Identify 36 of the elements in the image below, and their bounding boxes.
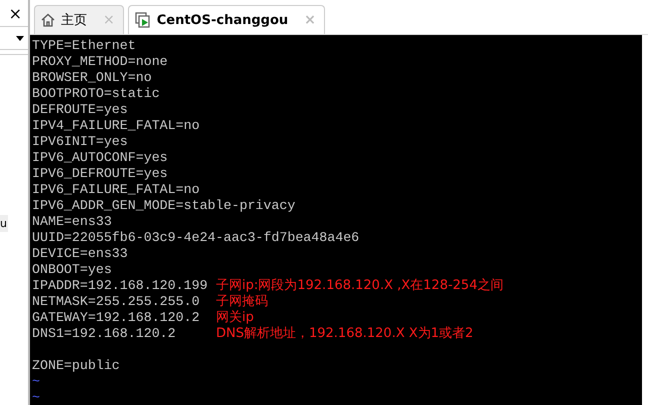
tab-label: 主页 bbox=[61, 12, 87, 29]
config-line: IPV6INIT=yes bbox=[32, 134, 129, 148]
config-line: PROXY_METHOD=none bbox=[32, 54, 169, 68]
caret-icon bbox=[16, 36, 24, 40]
config-line: BROWSER_ONLY=no bbox=[32, 70, 153, 84]
config-line: IPADDR=192.168.120.199 bbox=[32, 278, 209, 292]
config-line: DNS1=192.168.120.2 bbox=[32, 326, 177, 340]
config-line: IPV6_DEFROUTE=yes bbox=[32, 166, 169, 180]
tab[interactable]: 主页 × bbox=[34, 5, 124, 34]
close-button[interactable]: × bbox=[0, 0, 28, 26]
dropdown[interactable] bbox=[0, 26, 28, 50]
annotation: DNS解析地址，192.168.120.X X为1或者2 bbox=[216, 325, 474, 342]
config-line: ZONE=public bbox=[32, 358, 121, 372]
config-line: TYPE=Ethernet bbox=[32, 38, 137, 52]
config-line: UUID=22055fb6-03c9-4e24-aac3-fd7bea48a4e6 bbox=[32, 230, 360, 244]
config-line: ONBOOT=yes bbox=[32, 262, 113, 276]
home-icon bbox=[41, 13, 55, 27]
config-line: IPV6_ADDR_GEN_MODE=stable-privacy bbox=[32, 198, 296, 212]
tilde-marker: ~ bbox=[32, 390, 41, 404]
annotation: 子网掩码 bbox=[216, 293, 268, 310]
config-line: DEFROUTE=yes bbox=[32, 102, 129, 116]
config-line: IPV6_FAILURE_FATAL=no bbox=[32, 182, 201, 196]
config-line: IPV4_FAILURE_FATAL=no bbox=[32, 118, 201, 132]
config-line: NETMASK=255.255.255.0 bbox=[32, 294, 201, 308]
config-line: DEVICE=ens33 bbox=[32, 246, 129, 260]
annotation: 子网ip:网段为192.168.120.X ,X在128-254之间 bbox=[216, 277, 504, 294]
tab-label: CentOS-changgou bbox=[156, 12, 288, 28]
tab[interactable]: CentOS-changgou × bbox=[128, 5, 325, 34]
config-line: GATEWAY=192.168.120.2 bbox=[32, 310, 201, 324]
config-line: NAME=ens33 bbox=[32, 214, 113, 228]
tilde-marker: ~ bbox=[32, 374, 41, 388]
annotation: 网关ip bbox=[216, 309, 254, 326]
vm-icon bbox=[134, 12, 151, 28]
list-item-text: u bbox=[0, 215, 8, 232]
config-line: IPV6_AUTOCONF=yes bbox=[32, 150, 169, 164]
config-line: BOOTPROTO=static bbox=[32, 86, 161, 100]
